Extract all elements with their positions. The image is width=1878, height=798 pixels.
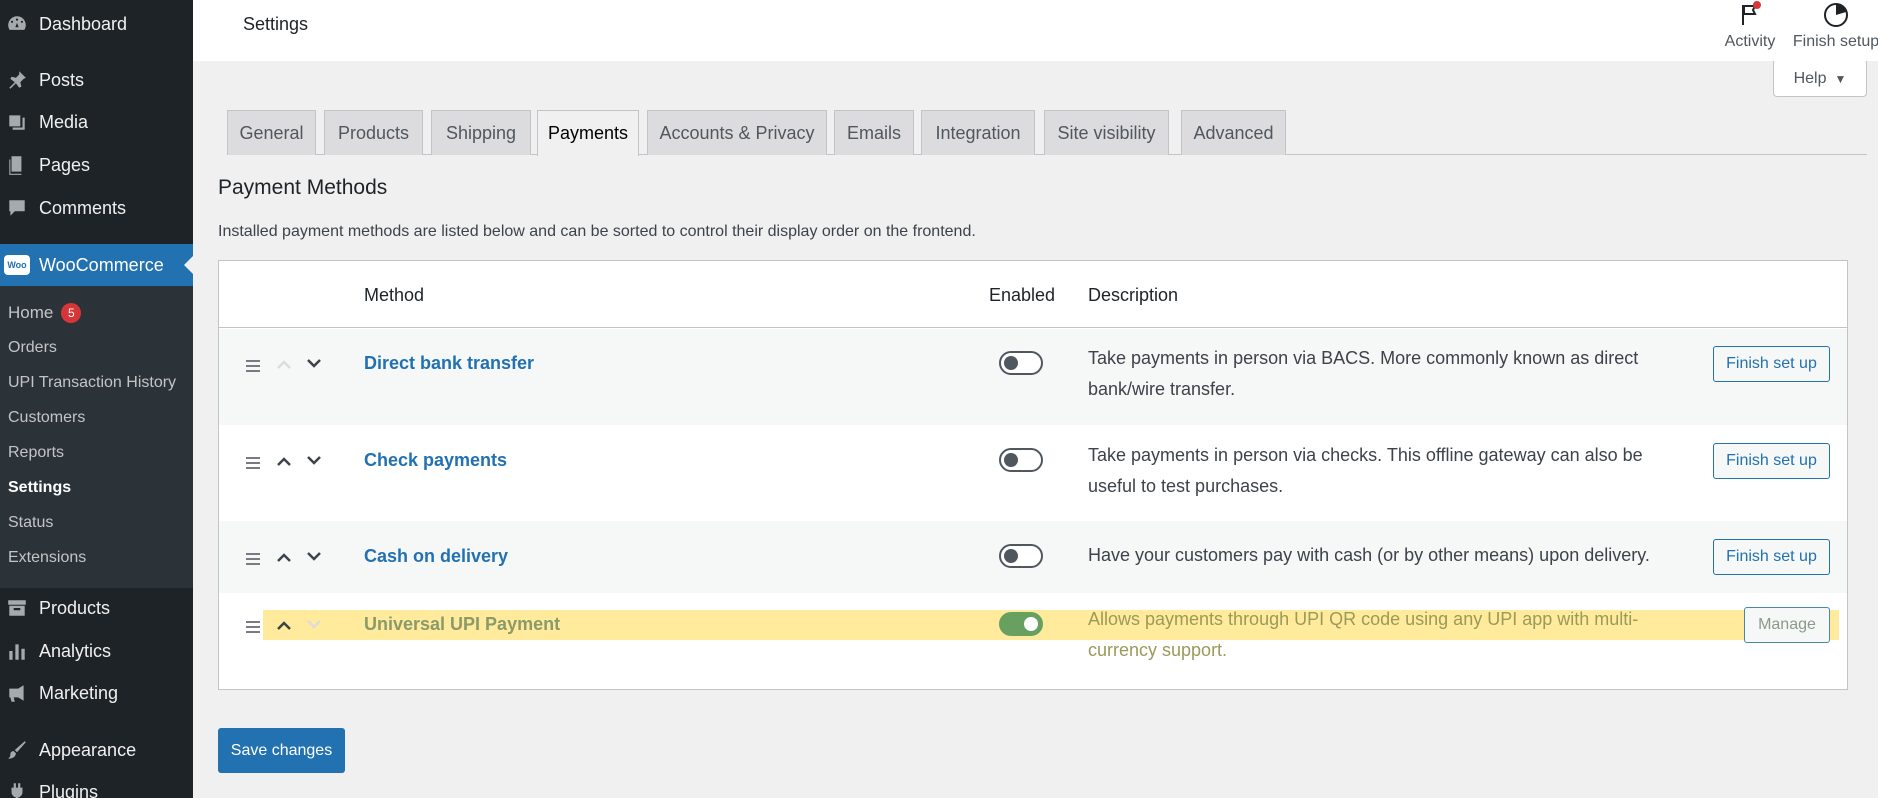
method-description: Have your customers pay with cash (or by… [1088,545,1650,565]
submenu-item-extensions[interactable]: Extensions [8,546,86,570]
page-title: Settings [243,14,309,34]
move-up-icon[interactable] [274,548,294,568]
bar-chart-icon [3,639,31,663]
table-row: Check payments Take payments in person v… [219,425,1847,521]
submenu-item-reports[interactable]: Reports [8,441,64,465]
drag-handle-icon[interactable] [246,553,260,565]
submenu-item-orders[interactable]: Orders [8,336,57,360]
settings-tabs: General Products Shipping Payments Accou… [227,110,1867,156]
archive-icon [3,596,31,620]
menu-item-comments[interactable]: Comments [0,188,193,228]
method-description: Take payments in person via checks. This… [1088,445,1643,496]
flag-icon [1742,1,1761,25]
pin-icon [3,68,31,92]
activity-button[interactable]: Activity [1705,0,1795,61]
tab-integration[interactable]: Integration [921,110,1035,155]
caret-down-icon: ▼ [1834,71,1847,86]
enabled-toggle[interactable] [999,544,1043,568]
menu-item-plugins[interactable]: Plugins [0,772,193,798]
menu-item-appearance[interactable]: Appearance [0,730,193,770]
drag-handle-icon[interactable] [246,621,260,633]
submenu-item-customers[interactable]: Customers [8,406,85,430]
submenu-item-upi-transaction-history[interactable]: UPI Transaction History [8,371,176,395]
move-up-icon[interactable] [274,616,294,636]
move-down-icon[interactable] [304,546,324,566]
tab-shipping[interactable]: Shipping [431,110,531,155]
pages-icon [3,153,31,177]
menu-item-posts[interactable]: Posts [0,60,193,100]
menu-item-dashboard[interactable]: Dashboard [0,4,193,44]
woocommerce-submenu: Home 5 Orders UPI Transaction History Cu… [0,286,193,588]
finish-set-up-button[interactable]: Finish set up [1713,539,1830,575]
finish-setup-button[interactable]: Finish setup [1791,0,1878,61]
menu-item-marketing[interactable]: Marketing [0,673,193,713]
notification-badge: 5 [61,303,82,323]
menu-item-products[interactable]: Products [0,588,193,628]
dashboard-icon [3,12,31,36]
save-changes-button[interactable]: Save changes [218,728,345,773]
submenu-item-home[interactable]: Home 5 [8,301,82,325]
help-tab[interactable]: Help ▼ [1773,61,1867,97]
enabled-toggle[interactable] [999,351,1043,375]
column-header-enabled: Enabled [989,285,1056,305]
section-title: Payment Methods [218,176,388,199]
tab-accounts-privacy[interactable]: Accounts & Privacy [647,110,827,155]
progress-ring-icon [1824,3,1848,27]
method-name-link[interactable]: Direct bank transfer [364,353,534,374]
move-up-icon[interactable] [274,452,294,472]
page-header: Settings Activity Finish setup [193,0,1878,61]
move-down-icon[interactable] [304,353,324,373]
finish-set-up-button[interactable]: Finish set up [1713,443,1830,479]
menu-item-analytics[interactable]: Analytics [0,631,193,671]
megaphone-icon [3,681,31,705]
method-name-link[interactable]: Universal UPI Payment [364,614,560,635]
media-icon [3,110,31,134]
menu-item-pages[interactable]: Pages [0,145,193,185]
submenu-item-settings[interactable]: Settings [8,476,71,500]
drag-handle-icon[interactable] [246,457,260,469]
tab-products[interactable]: Products [324,110,423,155]
comment-icon [3,196,31,220]
method-description: Take payments in person via BACS. More c… [1088,348,1639,399]
woo-icon: Woo [3,253,31,277]
move-down-icon[interactable] [304,450,324,470]
submenu-item-status[interactable]: Status [8,511,53,535]
tab-general[interactable]: General [227,110,316,155]
brush-icon [3,738,31,762]
table-header: Method Enabled Description [219,261,1847,328]
admin-sidebar: Dashboard Posts Media Pages Comments Woo… [0,0,193,798]
table-row: Cash on delivery Have your customers pay… [219,521,1847,593]
tab-payments[interactable]: Payments [537,110,639,156]
plugin-icon [3,780,31,798]
menu-item-woocommerce[interactable]: Woo WooCommerce [0,244,193,286]
move-down-icon [304,614,324,634]
manage-button[interactable]: Manage [1744,607,1830,643]
finish-set-up-button[interactable]: Finish set up [1713,346,1830,382]
method-description: Allows payments through UPI QR code usin… [1088,609,1639,660]
menu-item-media[interactable]: Media [0,102,193,142]
enabled-toggle[interactable] [999,448,1043,472]
table-row: Direct bank transfer Take payments in pe… [219,329,1847,425]
table-row: Universal UPI Payment Allows payments th… [219,593,1847,689]
enabled-toggle[interactable] [999,612,1043,636]
tab-advanced[interactable]: Advanced [1181,110,1286,155]
section-description: Installed payment methods are listed bel… [218,223,976,240]
column-header-description: Description [1088,285,1179,305]
payment-methods-table: Method Enabled Description Direct bank t… [218,260,1848,690]
move-up-icon [274,355,294,375]
drag-handle-icon[interactable] [246,360,260,372]
tab-site-visibility[interactable]: Site visibility [1044,110,1169,155]
method-name-link[interactable]: Check payments [364,450,507,471]
column-header-method: Method [364,285,425,305]
tab-emails[interactable]: Emails [834,110,914,155]
method-name-link[interactable]: Cash on delivery [364,546,508,567]
